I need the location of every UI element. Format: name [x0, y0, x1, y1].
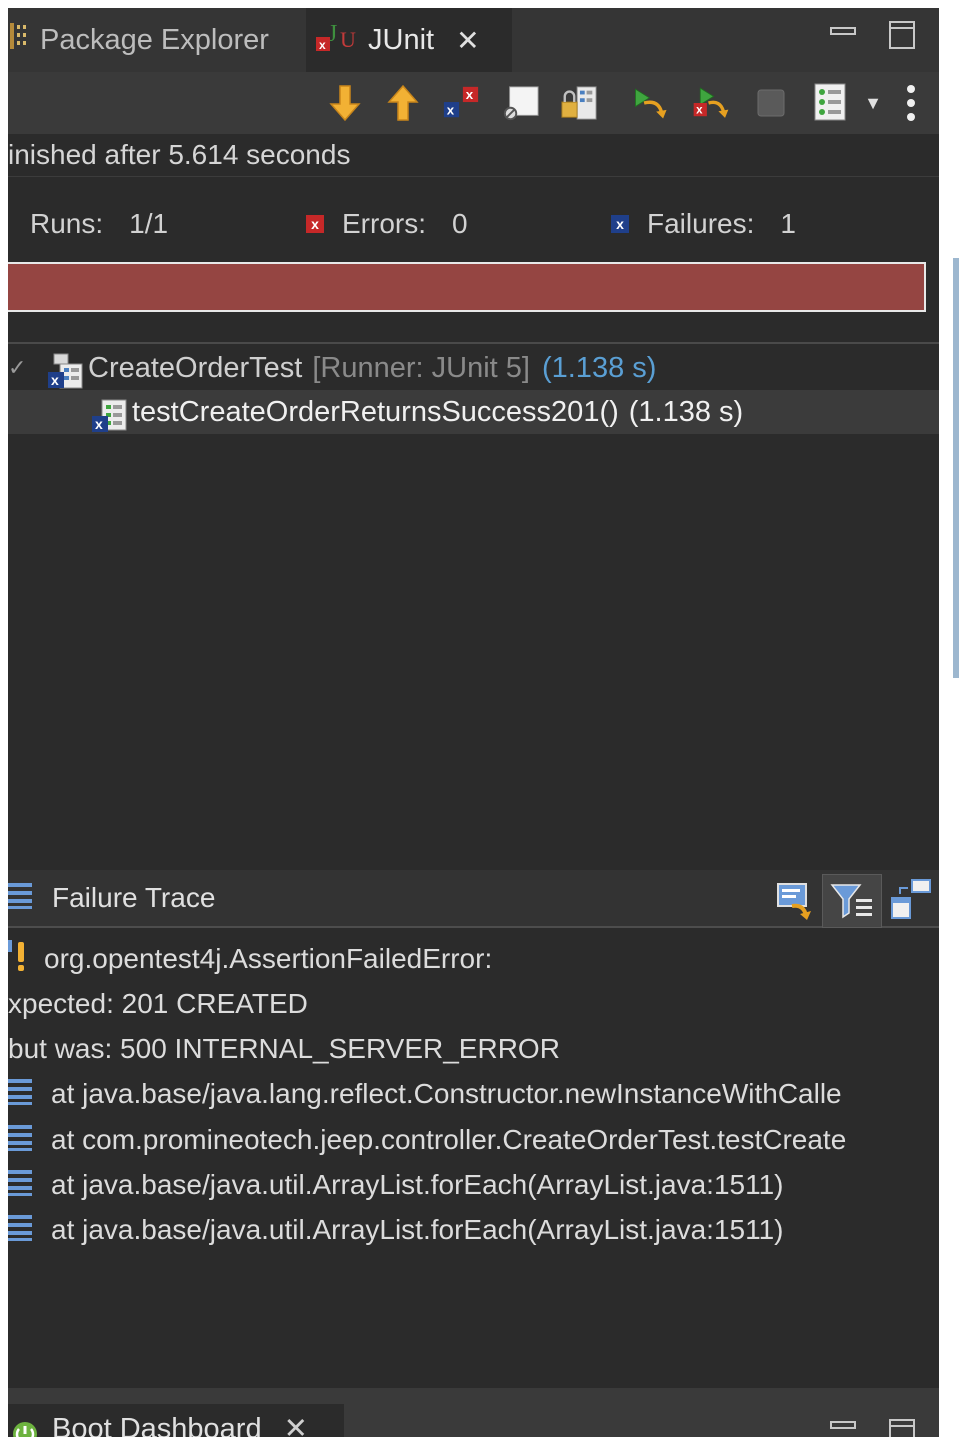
runs-value: 1/1	[129, 208, 169, 239]
svg-text:x: x	[466, 87, 474, 102]
trace-line[interactable]: but was: 500 INTERNAL_SERVER_ERROR	[8, 1027, 560, 1071]
run-status: inished after 5.614 seconds	[8, 134, 939, 177]
scroll-lock-icon[interactable]	[502, 84, 540, 122]
failure-trace[interactable]: org.opentest4j.AssertionFailedError: xpec…	[8, 928, 939, 1388]
failures-value: 1	[780, 208, 796, 239]
divider	[8, 342, 939, 344]
test-suite-time: (1.138 s)	[541, 351, 657, 384]
rerun-icon[interactable]	[632, 84, 670, 122]
tab-package-explorer[interactable]: Package Explorer	[8, 8, 306, 72]
trace-line[interactable]: at java.base/java.lang.reflect.Construct…	[8, 1072, 842, 1116]
test-suite-name: CreateOrderTest	[88, 351, 303, 384]
close-icon[interactable]: ✕	[456, 24, 479, 57]
trace-line[interactable]: xpected: 201 CREATED	[8, 982, 308, 1026]
tree-row-suite[interactable]: ✓ x CreateOrderTest [Runner: JUnit 5] (1…	[8, 346, 939, 390]
stack-frame-icon	[8, 1076, 34, 1113]
test-name: testCreateOrderReturnsSuccess201()	[132, 395, 619, 428]
view-menu-icon[interactable]	[892, 84, 930, 122]
error-icon: x	[306, 215, 324, 233]
next-failure-icon[interactable]	[326, 84, 364, 122]
copy-trace-icon[interactable]	[890, 878, 934, 929]
compare-result-icon[interactable]	[774, 880, 814, 927]
window-edge	[939, 8, 959, 1437]
tab-junit[interactable]: JUx JUnit ✕	[306, 8, 512, 72]
trace-line-text: org.opentest4j.AssertionFailedError:	[44, 943, 493, 974]
progress-bar	[8, 262, 926, 312]
failure-trace-title: Failure Trace	[52, 882, 216, 913]
stop-icon[interactable]	[752, 84, 790, 122]
failure-icon: x	[611, 215, 629, 233]
tab-boot-dashboard[interactable]: Boot Dashboard ✕	[8, 1404, 344, 1437]
errors-label: Errors:	[342, 208, 426, 239]
errors-counter: x Errors: 0	[306, 208, 468, 240]
trace-line-text: but was: 500 INTERNAL_SERVER_ERROR	[8, 1033, 560, 1064]
trace-line-text: at java.base/java.util.ArrayList.forEach…	[51, 1214, 784, 1245]
warning-icon	[8, 938, 36, 981]
dropdown-arrow-icon[interactable]: ▼	[854, 84, 892, 122]
test-suite-failed-icon: x	[46, 352, 83, 389]
filter-stack-trace-icon[interactable]	[822, 874, 882, 928]
failures-label: Failures:	[647, 208, 755, 239]
runs-counter: Runs: 1/1	[30, 208, 168, 240]
tab-junit-label: JUnit	[368, 23, 435, 56]
bottom-view-bar: Boot Dashboard ✕	[8, 1388, 939, 1437]
tab-boot-dashboard-label: Boot Dashboard	[52, 1413, 262, 1437]
history-icon[interactable]	[560, 84, 598, 122]
tab-package-explorer-label: Package Explorer	[40, 23, 269, 56]
trace-line[interactable]: at java.base/java.util.ArrayList.forEach…	[8, 1208, 783, 1252]
test-time: (1.138 s)	[628, 395, 744, 428]
scrollbar[interactable]	[953, 258, 959, 678]
trace-line[interactable]: at java.base/java.util.ArrayList.forEach…	[8, 1163, 783, 1207]
svg-text:x: x	[319, 38, 326, 52]
trace-line-text: at java.base/java.util.ArrayList.forEach…	[51, 1169, 784, 1200]
expand-arrow-icon[interactable]: ✓	[8, 355, 44, 381]
run-counters: Runs: 1/1 x Errors: 0 x Failures: 1	[8, 178, 939, 270]
minimize-icon[interactable]	[830, 18, 856, 49]
failure-trace-header: Failure Trace	[8, 870, 939, 928]
maximize-icon[interactable]	[888, 20, 916, 57]
failure-trace-icon	[8, 880, 34, 917]
close-icon[interactable]: ✕	[284, 1413, 308, 1437]
stack-frame-icon	[8, 1212, 34, 1249]
trace-line[interactable]: at com.promineotech.jeep.controller.Crea…	[8, 1118, 846, 1162]
stack-frame-icon	[8, 1122, 34, 1159]
maximize-icon[interactable]	[888, 1418, 916, 1437]
tab-bar: Package Explorer JUx JUnit ✕	[8, 8, 939, 72]
junit-toolbar: xx x ▼	[8, 72, 939, 134]
boot-dashboard-icon	[12, 1404, 38, 1437]
minimize-icon[interactable]	[830, 1418, 856, 1437]
trace-line-text: xpected: 201 CREATED	[8, 988, 308, 1019]
trace-line-text: at java.base/java.lang.reflect.Construct…	[51, 1078, 842, 1109]
runs-label: Runs:	[30, 208, 104, 239]
previous-failure-icon[interactable]	[384, 84, 422, 122]
test-failed-icon: x	[90, 396, 127, 432]
svg-text:x: x	[95, 416, 103, 432]
errors-value: 0	[452, 208, 468, 239]
failures-counter: x Failures: 1	[611, 208, 796, 240]
junit-view: Package Explorer JUx JUnit ✕ xx x ▼ inis…	[8, 8, 939, 1437]
test-suite-runner: [Runner: JUnit 5]	[312, 351, 530, 384]
svg-text:x: x	[696, 105, 703, 117]
test-run-history-icon[interactable]	[812, 83, 850, 122]
package-explorer-icon	[8, 21, 30, 59]
show-failures-only-icon[interactable]: xx	[442, 84, 480, 122]
svg-text:x: x	[51, 372, 59, 388]
svg-text:x: x	[447, 102, 455, 117]
junit-tab-icon: JUx	[316, 19, 360, 61]
rerun-failed-icon[interactable]: x	[692, 84, 730, 122]
trace-line-text: at com.promineotech.jeep.controller.Crea…	[51, 1124, 847, 1155]
stack-frame-icon	[8, 1167, 34, 1204]
tree-row-test[interactable]: x testCreateOrderReturnsSuccess201() (1.…	[8, 390, 939, 434]
trace-line[interactable]: org.opentest4j.AssertionFailedError:	[8, 937, 492, 981]
svg-text:U: U	[340, 27, 356, 52]
